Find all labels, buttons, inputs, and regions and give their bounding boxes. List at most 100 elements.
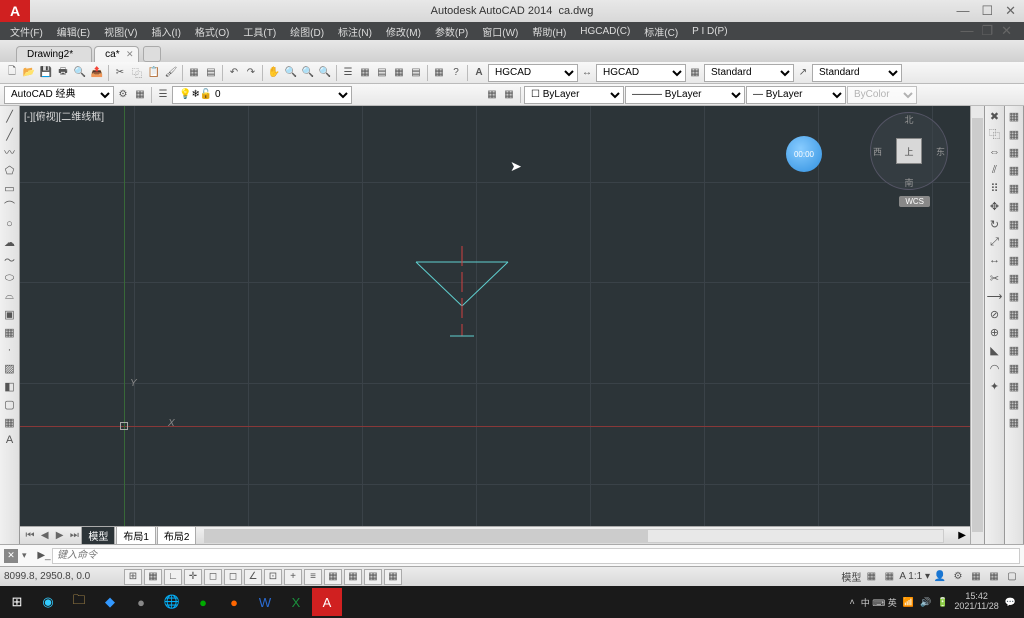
help-button[interactable]: ? bbox=[448, 65, 464, 81]
stretch-tool[interactable]: ↔ bbox=[987, 252, 1003, 268]
line-tool[interactable]: ╱ bbox=[2, 108, 18, 124]
layer-select[interactable]: 💡❄🔓 0 bbox=[172, 86, 352, 104]
arc-tool[interactable]: ⌒ bbox=[2, 198, 18, 214]
mleaderstyle-button[interactable]: ↗ bbox=[795, 65, 811, 81]
design-center-button[interactable]: ▦ bbox=[357, 65, 373, 81]
color-select[interactable]: ☐ ByLayer bbox=[524, 86, 624, 104]
extra-tool-10[interactable]: ▦ bbox=[1006, 270, 1022, 286]
extra-tool-2[interactable]: ▦ bbox=[1006, 126, 1022, 142]
open-button[interactable]: 📂 bbox=[21, 65, 37, 81]
taskbar-chrome[interactable]: 🌐 bbox=[157, 588, 187, 616]
tray-battery-icon[interactable]: 🔋 bbox=[937, 597, 948, 608]
circle-tool[interactable]: ○ bbox=[2, 216, 18, 232]
table-tool[interactable]: ▦ bbox=[2, 414, 18, 430]
ortho-toggle[interactable]: ∟ bbox=[164, 569, 182, 585]
status-tool-d[interactable]: ⚙ bbox=[950, 569, 966, 585]
3dosnap-toggle[interactable]: ◻ bbox=[224, 569, 242, 585]
copy-button[interactable]: ⿻ bbox=[129, 65, 145, 81]
layer-props-button[interactable]: ☰ bbox=[155, 87, 171, 103]
layer-tool1-button[interactable]: ▦ bbox=[484, 87, 500, 103]
status-tool-a[interactable]: ▦ bbox=[863, 569, 879, 585]
cmd-history-button[interactable]: ▾ bbox=[22, 550, 36, 561]
workspace-select[interactable]: AutoCAD 经典 bbox=[4, 86, 114, 104]
linetype-select[interactable]: ——— ByLayer bbox=[625, 86, 745, 104]
extra-tool-13[interactable]: ▦ bbox=[1006, 324, 1022, 340]
point-tool[interactable]: · bbox=[2, 342, 18, 358]
revcloud-tool[interactable]: ☁ bbox=[2, 234, 18, 250]
tray-volume-icon[interactable]: 🔊 bbox=[920, 597, 931, 608]
paste-button[interactable]: 📋 bbox=[146, 65, 162, 81]
taskbar-autocad[interactable]: A bbox=[312, 588, 342, 616]
menu-hgcad[interactable]: HGCAD(C) bbox=[574, 25, 636, 38]
grid-toggle[interactable]: ▦ bbox=[144, 569, 162, 585]
tab-first-button[interactable]: ⏮ bbox=[24, 530, 36, 541]
menu-dimension[interactable]: 标注(N) bbox=[332, 23, 378, 40]
drawing-canvas[interactable]: [-][俯视][二维线框] X Y ➤ bbox=[20, 106, 970, 526]
scroll-right-button[interactable]: ▶ bbox=[958, 530, 966, 541]
doc-close-button[interactable]: ✕ bbox=[1001, 23, 1012, 39]
tab-layout1[interactable]: 布局1 bbox=[116, 526, 156, 545]
am-toggle[interactable]: ▦ bbox=[384, 569, 402, 585]
menu-draw[interactable]: 绘图(D) bbox=[284, 23, 330, 40]
dyn-toggle[interactable]: + bbox=[284, 569, 302, 585]
command-input[interactable] bbox=[52, 548, 1020, 564]
doc-tab-drawing2[interactable]: Drawing2* bbox=[16, 46, 92, 62]
sc-toggle[interactable]: ▦ bbox=[364, 569, 382, 585]
hatch-tool[interactable]: ▨ bbox=[2, 360, 18, 376]
dim-style-select[interactable]: HGCAD bbox=[596, 64, 686, 82]
extra-tool-4[interactable]: ▦ bbox=[1006, 162, 1022, 178]
workspace-settings-button[interactable]: ⚙ bbox=[115, 87, 131, 103]
tray-notifications-icon[interactable]: 💬 bbox=[1005, 597, 1016, 608]
taskbar-app3[interactable]: ● bbox=[188, 588, 218, 616]
lwt-toggle[interactable]: ≡ bbox=[304, 569, 322, 585]
qp-toggle[interactable]: ▦ bbox=[344, 569, 362, 585]
snap-toggle[interactable]: ⊞ bbox=[124, 569, 142, 585]
minimize-button[interactable]: — bbox=[956, 3, 969, 19]
mleader-style-select[interactable]: Standard bbox=[812, 64, 902, 82]
taskbar-explorer[interactable]: 🗀 bbox=[64, 588, 94, 616]
ellipsearc-tool[interactable]: ⌓ bbox=[2, 288, 18, 304]
menu-tools[interactable]: 工具(T) bbox=[237, 23, 282, 40]
extra-tool-1[interactable]: ▦ bbox=[1006, 108, 1022, 124]
block2-button[interactable]: ▤ bbox=[203, 65, 219, 81]
region-tool[interactable]: ▢ bbox=[2, 396, 18, 412]
menu-insert[interactable]: 插入(I) bbox=[145, 23, 186, 40]
new-button[interactable]: 🗋 bbox=[4, 65, 20, 81]
extra-tool-16[interactable]: ▦ bbox=[1006, 378, 1022, 394]
extra-tool-3[interactable]: ▦ bbox=[1006, 144, 1022, 160]
textstyle-button[interactable]: A bbox=[471, 65, 487, 81]
menu-edit[interactable]: 编辑(E) bbox=[51, 23, 96, 40]
menu-parametric[interactable]: 参数(P) bbox=[429, 23, 474, 40]
calc-button[interactable]: ▦ bbox=[431, 65, 447, 81]
mtext-tool[interactable]: A bbox=[2, 432, 18, 448]
tool-palette-button[interactable]: ▤ bbox=[374, 65, 390, 81]
model-paper-toggle[interactable]: 模型 bbox=[841, 569, 861, 584]
plot-button[interactable]: 🖶 bbox=[55, 65, 71, 81]
fillet-tool[interactable]: ◠ bbox=[987, 360, 1003, 376]
doc-minimize-button[interactable]: — bbox=[960, 23, 973, 39]
polyline-tool[interactable]: 〰 bbox=[2, 144, 18, 160]
polar-toggle[interactable]: ✛ bbox=[184, 569, 202, 585]
tab-model[interactable]: 模型 bbox=[81, 526, 115, 545]
chamfer-tool[interactable]: ◣ bbox=[987, 342, 1003, 358]
extend-tool[interactable]: ⟶ bbox=[987, 288, 1003, 304]
explode-tool[interactable]: ✦ bbox=[987, 378, 1003, 394]
publish-button[interactable]: 📤 bbox=[89, 65, 105, 81]
extra-tool-14[interactable]: ▦ bbox=[1006, 342, 1022, 358]
menu-help[interactable]: 帮助(H) bbox=[526, 23, 572, 40]
rotate-tool[interactable]: ↻ bbox=[987, 216, 1003, 232]
doc-tab-ca[interactable]: ca*✕ bbox=[94, 46, 138, 62]
status-tool-b[interactable]: ▦ bbox=[881, 569, 897, 585]
spline-tool[interactable]: 〜 bbox=[2, 252, 18, 268]
maximize-button[interactable]: ☐ bbox=[981, 3, 993, 19]
tray-ime[interactable]: 中 ⌨ 英 bbox=[861, 596, 897, 609]
copy-tool[interactable]: ⿻ bbox=[987, 126, 1003, 142]
extra-tool-9[interactable]: ▦ bbox=[1006, 252, 1022, 268]
clean-screen-button[interactable]: ▢ bbox=[1004, 569, 1020, 585]
close-button[interactable]: ✕ bbox=[1005, 3, 1016, 19]
rectangle-tool[interactable]: ▭ bbox=[2, 180, 18, 196]
extra-tool-15[interactable]: ▦ bbox=[1006, 360, 1022, 376]
menu-pid[interactable]: P I D(P) bbox=[686, 25, 733, 38]
sheet-set-button[interactable]: ▦ bbox=[391, 65, 407, 81]
table-style-select[interactable]: Standard bbox=[704, 64, 794, 82]
